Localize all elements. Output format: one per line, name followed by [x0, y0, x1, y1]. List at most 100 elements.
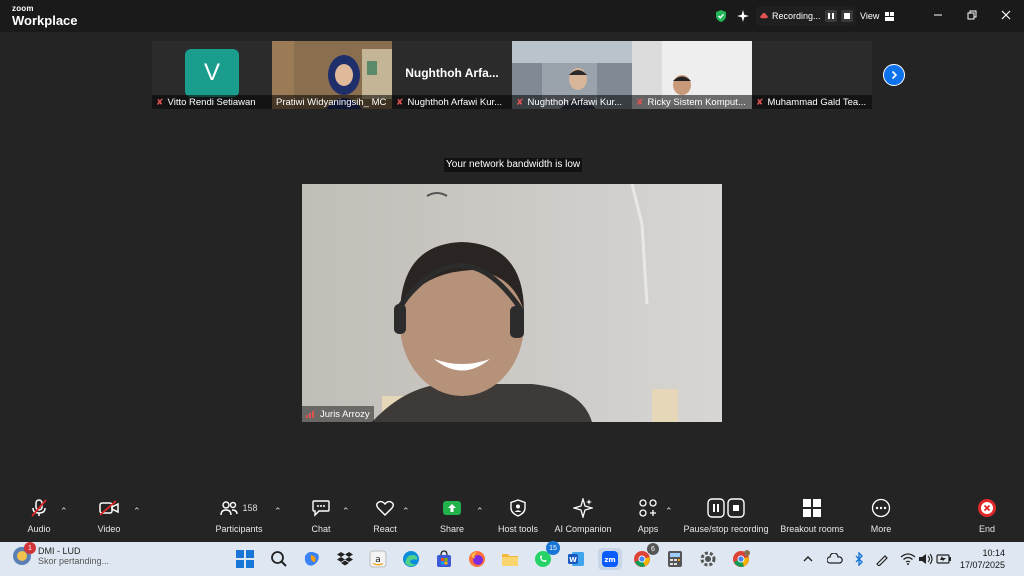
participant-tile[interactable]: Pratiwi Widyaningsih_ MC [272, 41, 392, 109]
grid-icon [885, 11, 895, 21]
participant-name: Vitto Rendi Setiawan [167, 96, 256, 108]
search-icon[interactable] [268, 548, 290, 570]
logo-bottom-text: Workplace [12, 13, 78, 28]
wifi-icon[interactable] [898, 548, 918, 570]
calculator-icon[interactable] [664, 548, 686, 570]
edge-icon[interactable] [400, 548, 422, 570]
recording-indicator[interactable]: Recording... [756, 6, 856, 26]
chat-label: Chat [311, 524, 331, 534]
battery-icon[interactable] [934, 548, 954, 570]
amazon-icon[interactable]: a [367, 548, 389, 570]
participant-name: Nughthoh Arfawi Kur... [527, 96, 623, 108]
sparkle-icon[interactable] [736, 6, 750, 26]
settings-icon[interactable] [697, 548, 719, 570]
news-subtitle: Skor pertanding... [38, 556, 110, 566]
windows-start-icon[interactable] [234, 548, 256, 570]
more-label: More [870, 524, 892, 534]
taskbar: 1 DMI - LUD Skor pertanding... a 15 W zm… [0, 541, 1024, 576]
system-clock[interactable]: 10:14 17/07/2025 [960, 547, 1005, 571]
chat-icon [311, 496, 331, 520]
react-label: React [373, 524, 397, 534]
pause-icon[interactable] [824, 10, 837, 22]
dropbox-icon[interactable] [334, 548, 356, 570]
audio-options-caret[interactable]: ⌃ [60, 506, 68, 517]
participants-options-caret[interactable]: ⌃ [274, 506, 282, 517]
participant-name: Pratiwi Widyaningsih_ MC [276, 96, 387, 108]
news-widget[interactable]: 1 DMI - LUD Skor pertanding... [12, 542, 110, 566]
active-speaker-video[interactable]: Juris Arrozy [302, 184, 722, 422]
breakout-rooms-label: Breakout rooms [780, 524, 844, 534]
more-button[interactable]: More [866, 496, 896, 542]
store-icon[interactable] [433, 548, 455, 570]
bluetooth-icon[interactable] [850, 548, 868, 570]
participant-tile[interactable]: Nughthoh Arfa... ✘ Nughthoh Arfawi Kur... [392, 41, 512, 109]
audio-button[interactable]: Audio [24, 496, 54, 542]
video-options-caret[interactable]: ⌃ [133, 506, 141, 517]
firefox-icon[interactable] [466, 548, 488, 570]
pen-input-icon[interactable] [872, 548, 892, 570]
apps-options-caret[interactable]: ⌃ [665, 506, 673, 517]
clock-time: 10:14 [982, 548, 1006, 558]
video-button[interactable]: Video [94, 496, 124, 542]
shield-check-icon[interactable] [714, 6, 728, 26]
pause-stop-recording-label: Pause/stop recording [683, 524, 769, 534]
more-icon [871, 496, 891, 520]
zoom-icon[interactable]: zm [598, 548, 622, 570]
share-screen-icon [442, 496, 462, 520]
end-button[interactable]: End [974, 496, 1000, 542]
whatsapp-icon[interactable]: 15 [532, 541, 560, 570]
participants-button[interactable]: 158 Participants [213, 496, 265, 542]
chat-button[interactable]: Chat [306, 496, 336, 542]
mic-muted-icon: ✘ [156, 96, 164, 107]
chevron-up-icon[interactable] [800, 548, 816, 570]
ai-companion-button[interactable]: AI Companion [552, 496, 614, 542]
volume-icon[interactable] [916, 548, 936, 570]
view-button[interactable]: View [860, 6, 895, 26]
chrome-icon[interactable]: 6 [631, 543, 659, 570]
react-options-caret[interactable]: ⌃ [402, 506, 410, 517]
host-tools-button[interactable]: Host tools [496, 496, 540, 542]
stop-icon[interactable] [840, 10, 853, 22]
pause-stop-icon [707, 498, 745, 518]
whatsapp-badge: 15 [546, 541, 560, 555]
cloud-record-icon [760, 13, 768, 19]
chrome-badge: 6 [647, 543, 659, 555]
pause-stop-recording-button[interactable]: Pause/stop recording [682, 496, 770, 542]
host-tools-label: Host tools [497, 524, 539, 534]
speaker-name-tag: Juris Arrozy [302, 406, 374, 422]
mic-muted-icon: ✘ [516, 96, 524, 107]
word-icon[interactable]: W [565, 548, 587, 570]
mic-muted-icon: ✘ [636, 96, 644, 107]
apps-button[interactable]: Apps [636, 496, 660, 542]
participants-count: 158 [242, 503, 258, 513]
minimize-icon[interactable] [926, 4, 950, 26]
shield-icon [509, 496, 527, 520]
heart-icon [375, 496, 395, 520]
share-options-caret[interactable]: ⌃ [476, 506, 484, 517]
share-button[interactable]: Share [437, 496, 467, 542]
participant-tile[interactable]: ✘ Nughthoh Arfawi Kur... [512, 41, 632, 109]
chat-options-caret[interactable]: ⌃ [342, 506, 350, 517]
onedrive-icon[interactable] [826, 548, 844, 570]
participant-tile[interactable]: ✘ Ricky Sistem Komput... [632, 41, 752, 109]
apps-label: Apps [637, 524, 659, 534]
meeting-toolbar: Audio ⌃ Video ⌃ 158 Participants ⌃ Chat … [0, 496, 1024, 542]
view-label: View [860, 11, 880, 21]
file-explorer-icon[interactable] [499, 548, 521, 570]
participant-tile[interactable]: V ✘ Vitto Rendi Setiawan [152, 41, 272, 109]
copilot-icon[interactable] [301, 548, 323, 570]
next-page-button[interactable] [883, 64, 905, 86]
participant-name: Nughthoh Arfawi Kur... [407, 96, 503, 108]
chrome-profile-icon[interactable] [730, 548, 752, 570]
breakout-rooms-button[interactable]: Breakout rooms [778, 496, 846, 542]
participant-display-name: Nughthoh Arfa... [405, 66, 499, 80]
breakout-rooms-icon [802, 496, 822, 520]
logo-top-text: zoom [12, 4, 34, 13]
news-icon: 1 [12, 542, 36, 566]
news-title: DMI - LUD [38, 546, 81, 556]
restore-icon[interactable] [960, 4, 984, 26]
participant-tile[interactable]: ✘ Muhammad Gald Tea... [752, 41, 872, 109]
react-button[interactable]: React [370, 496, 400, 542]
close-icon[interactable] [994, 4, 1018, 26]
ai-companion-label: AI Companion [554, 524, 612, 534]
